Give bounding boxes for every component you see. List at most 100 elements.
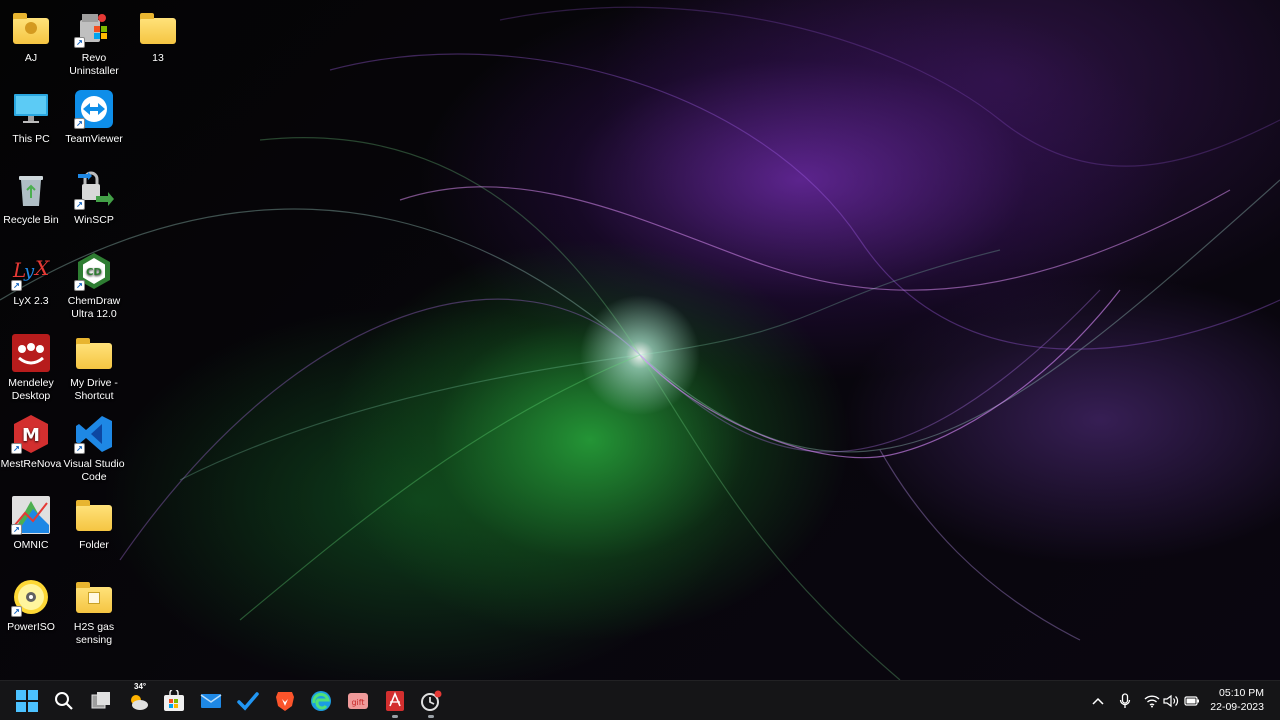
shortcut-arrow-icon: ↗: [11, 606, 22, 617]
shortcut-arrow-icon: ↗: [11, 443, 22, 454]
recycle-bin-icon: [11, 170, 51, 210]
running-indicator: [428, 715, 434, 718]
chevron-up-icon: [1092, 697, 1104, 705]
acrobat-button[interactable]: [381, 687, 409, 718]
shortcut-arrow-icon: ↗: [74, 280, 85, 291]
running-indicator: [392, 715, 398, 718]
show-hidden-icons-button[interactable]: [1088, 691, 1108, 711]
weather-temperature: 34°: [134, 682, 147, 691]
shortcut-arrow-icon: ↗: [74, 37, 85, 48]
folder-icon: [138, 8, 178, 48]
desktop-icon-label: MestReNova: [0, 458, 62, 470]
brave-icon: [276, 692, 294, 711]
folder-icon: [74, 333, 114, 373]
desktop-icon-label: H2S gas sensing: [73, 621, 115, 646]
volume-button[interactable]: [1161, 691, 1181, 711]
mestrenova-icon: M ↗: [11, 414, 51, 454]
snipping-icon: [421, 690, 442, 711]
desktop-icon-label: This PC: [12, 133, 50, 145]
desktop-icon-lyx[interactable]: L y X ↗ LyX 2.3: [0, 251, 62, 308]
network-button[interactable]: [1142, 691, 1162, 711]
desktop-icon-teamviewer[interactable]: ↗ TeamViewer: [63, 89, 125, 146]
shortcut-arrow-icon: ↗: [11, 524, 22, 535]
desktop-icon-label: Visual Studio Code: [63, 458, 125, 483]
lyx-icon: L y X ↗: [11, 251, 51, 291]
svg-text:gift: gift: [351, 698, 364, 707]
microsoft-store-button[interactable]: [160, 687, 188, 715]
search-icon: [55, 692, 73, 710]
desktop-wallpaper: [0, 0, 1280, 720]
wifi-icon: [1144, 695, 1160, 708]
desktop-icon-13[interactable]: 13: [127, 8, 189, 65]
shortcut-arrow-icon: ↗: [74, 443, 85, 454]
search-button[interactable]: [50, 687, 78, 715]
weather-icon: [131, 695, 148, 710]
store-icon: [164, 690, 184, 711]
svg-text:CD: CD: [86, 267, 102, 278]
desktop-icon-this-pc[interactable]: This PC: [0, 89, 62, 146]
weather-widget-button[interactable]: 34°: [124, 682, 152, 715]
taskbar: 34° gift 05:10 PM 22-09-2023: [0, 680, 1280, 720]
desktop-icon-my-drive-shortcut[interactable]: My Drive - Shortcut: [63, 333, 125, 403]
mail-icon: [200, 694, 222, 708]
desktop-icon-folder[interactable]: Folder: [63, 495, 125, 552]
clock[interactable]: 05:10 PM 22-09-2023: [1194, 686, 1264, 714]
svg-text:M: M: [22, 425, 40, 446]
desktop-icon-poweriso[interactable]: ↗ PowerISO: [0, 577, 62, 634]
user-folder-icon: [11, 8, 51, 48]
brave-browser-button[interactable]: [271, 687, 299, 715]
shortcut-arrow-icon: ↗: [74, 199, 85, 210]
snipping-tool-button[interactable]: [417, 687, 445, 718]
desktop-icon-chemdraw[interactable]: CD ↗ ChemDraw Ultra 12.0: [63, 251, 125, 321]
desktop-icon-label: My Drive - Shortcut: [70, 377, 118, 402]
desktop-icon-revo-uninstaller[interactable]: ↗ Revo Uninstaller: [63, 8, 125, 78]
vscode-icon: ↗: [74, 414, 114, 454]
photo-app-button[interactable]: gift: [344, 687, 372, 715]
revo-uninstaller-icon: ↗: [74, 8, 114, 48]
desktop-icon-h2s-gas-sensing[interactable]: H2S gas sensing: [63, 577, 125, 647]
folder-icon: [74, 495, 114, 535]
desktop-icon-label: 13: [152, 52, 164, 64]
desktop-icon-aj[interactable]: AJ: [0, 8, 62, 65]
winscp-icon: ↗: [74, 170, 114, 210]
monitor-icon: [11, 89, 51, 129]
poweriso-icon: ↗: [11, 577, 51, 617]
todo-icon: [237, 692, 259, 711]
shortcut-arrow-icon: ↗: [11, 280, 22, 291]
desktop-icon-mestrenova[interactable]: M ↗ MestReNova: [0, 414, 62, 471]
mendeley-icon: [11, 333, 51, 373]
desktop-icon-label: WinSCP: [74, 214, 114, 226]
folder-icon: [74, 577, 114, 617]
desktop-icon-recycle-bin[interactable]: Recycle Bin: [0, 170, 62, 227]
start-button[interactable]: [13, 687, 41, 715]
microphone-button[interactable]: [1115, 691, 1135, 711]
microphone-icon: [1119, 693, 1131, 708]
desktop-icon-omnic[interactable]: ↗ OMNIC: [0, 495, 62, 552]
acrobat-icon: [386, 691, 404, 711]
task-view-icon: [91, 692, 110, 709]
clock-date: 22-09-2023: [1210, 701, 1264, 713]
speaker-icon: [1163, 694, 1179, 708]
svg-text:y: y: [23, 261, 35, 282]
edge-icon: [311, 691, 331, 711]
windows-start-icon: [16, 690, 38, 712]
task-view-button[interactable]: [87, 687, 115, 715]
desktop-icon-vscode[interactable]: ↗ Visual Studio Code: [63, 414, 125, 484]
omnic-icon: ↗: [11, 495, 51, 535]
desktop-icon-winscp[interactable]: ↗ WinSCP: [63, 170, 125, 227]
shortcut-arrow-icon: ↗: [74, 118, 85, 129]
desktop-icon-label: LyX 2.3: [13, 295, 49, 307]
chemdraw-icon: CD ↗: [74, 251, 114, 291]
desktop-icon-label: ChemDraw Ultra 12.0: [67, 295, 121, 320]
desktop-icon-label: Revo Uninstaller: [69, 52, 119, 77]
edge-browser-button[interactable]: [307, 687, 335, 715]
desktop-icon-mendeley[interactable]: Mendeley Desktop: [0, 333, 62, 403]
desktop-icon-label: AJ: [24, 52, 38, 64]
svg-text:X: X: [33, 256, 50, 280]
desktop-icon-label: TeamViewer: [65, 133, 123, 145]
todo-button[interactable]: [234, 687, 262, 715]
mail-button[interactable]: [197, 687, 225, 715]
desktop-icon-label: Folder: [79, 539, 109, 551]
desktop-icon-label: Mendeley Desktop: [8, 377, 54, 402]
desktop-icon-label: Recycle Bin: [3, 214, 59, 226]
